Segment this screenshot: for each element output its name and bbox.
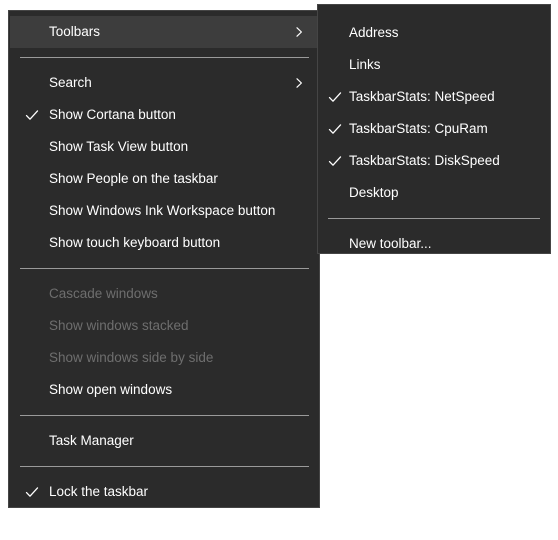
menu-item-search[interactable]: Search bbox=[10, 67, 318, 99]
menu-item-links[interactable]: Links bbox=[319, 49, 549, 81]
menu-separator bbox=[20, 415, 309, 416]
menu-separator bbox=[328, 218, 540, 219]
gear-icon bbox=[23, 516, 40, 533]
menu-item-show-windows-ink-workspace-button[interactable]: Show Windows Ink Workspace button bbox=[10, 195, 318, 227]
menu-separator bbox=[20, 57, 309, 58]
menu-item-label: Search bbox=[49, 67, 308, 99]
menu-separator bbox=[20, 466, 309, 467]
check-icon bbox=[327, 89, 343, 105]
menu-item-desktop[interactable]: Desktop bbox=[319, 177, 549, 209]
menu-item-label: TaskbarStats: NetSpeed bbox=[349, 81, 539, 113]
menu-item-label: TaskbarStats: CpuRam bbox=[349, 113, 539, 145]
check-icon bbox=[24, 484, 40, 500]
menu-item-lock-the-taskbar[interactable]: Lock the taskbar bbox=[10, 476, 318, 508]
check-icon bbox=[24, 107, 40, 123]
menu-separator bbox=[20, 268, 309, 269]
menu-item-show-windows-stacked: Show windows stacked bbox=[10, 310, 318, 342]
menu-item-show-touch-keyboard-button[interactable]: Show touch keyboard button bbox=[10, 227, 318, 259]
menu-item-label: TaskbarStats: DiskSpeed bbox=[349, 145, 539, 177]
menu-item-label: Lock the taskbar bbox=[49, 476, 308, 508]
menu-item-label: Show People on the taskbar bbox=[49, 163, 308, 195]
menu-item-show-people-on-the-taskbar[interactable]: Show People on the taskbar bbox=[10, 163, 318, 195]
menu-item-task-manager[interactable]: Task Manager bbox=[10, 425, 318, 457]
menu-item-label: Show windows stacked bbox=[49, 310, 308, 342]
chevron-right-icon bbox=[293, 77, 305, 89]
menu-item-label: Desktop bbox=[349, 177, 539, 209]
menu-item-label: Cascade windows bbox=[49, 278, 308, 310]
menu-item-new-toolbar[interactable]: New toolbar... bbox=[319, 228, 549, 260]
menu-item-show-windows-side-by-side: Show windows side by side bbox=[10, 342, 318, 374]
menu-item-label: Task Manager bbox=[49, 425, 308, 457]
taskbar-context-menu[interactable]: Toolbars SearchShow Cortana buttonShow Ta… bbox=[8, 10, 320, 508]
menu-item-show-task-view-button[interactable]: Show Task View button bbox=[10, 131, 318, 163]
toolbars-submenu[interactable]: AddressLinksTaskbarStats: NetSpeedTaskba… bbox=[317, 4, 551, 254]
menu-item-label: Show open windows bbox=[49, 374, 308, 406]
menu-item-toolbars[interactable]: Toolbars bbox=[10, 16, 318, 48]
menu-item-taskbarstats-diskspeed[interactable]: TaskbarStats: DiskSpeed bbox=[319, 145, 549, 177]
menu-item-label: Links bbox=[349, 49, 539, 81]
menu-item-label: New toolbar... bbox=[349, 228, 539, 260]
menu-item-label: Show Windows Ink Workspace button bbox=[49, 195, 308, 227]
menu-item-cascade-windows: Cascade windows bbox=[10, 278, 318, 310]
menu-item-label: Show touch keyboard button bbox=[49, 227, 308, 259]
menu-item-label: Show Cortana button bbox=[49, 99, 308, 131]
menu-item-label: Show windows side by side bbox=[49, 342, 308, 374]
menu-item-taskbarstats-cpuram[interactable]: TaskbarStats: CpuRam bbox=[319, 113, 549, 145]
check-icon bbox=[327, 121, 343, 137]
chevron-right-icon bbox=[293, 26, 305, 38]
menu-item-label: Show Task View button bbox=[49, 131, 308, 163]
check-icon bbox=[327, 153, 343, 169]
menu-item-label: Address bbox=[349, 17, 539, 49]
menu-item-taskbar-settings[interactable]: Taskbar settings bbox=[10, 508, 318, 540]
menu-item-taskbarstats-netspeed[interactable]: TaskbarStats: NetSpeed bbox=[319, 81, 549, 113]
menu-item-show-open-windows[interactable]: Show open windows bbox=[10, 374, 318, 406]
menu-item-label: Toolbars bbox=[49, 16, 308, 48]
menu-item-label: Taskbar settings bbox=[49, 508, 308, 540]
menu-item-address[interactable]: Address bbox=[319, 17, 549, 49]
menu-item-show-cortana-button[interactable]: Show Cortana button bbox=[10, 99, 318, 131]
